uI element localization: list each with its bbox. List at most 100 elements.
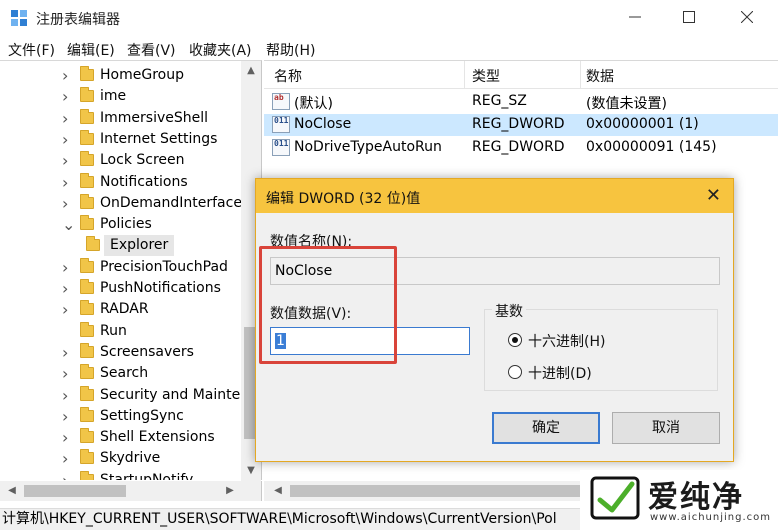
ok-button[interactable]: 确定 — [492, 412, 600, 444]
folder-icon — [80, 300, 94, 316]
folder-icon — [80, 449, 94, 465]
folder-icon — [80, 342, 94, 358]
dialog-title-bar: 编辑 DWORD (32 位)值 ✕ — [256, 179, 733, 213]
registry-tree[interactable]: › HomeGroup › ime › ImmersiveShell › Internet S… — [0, 60, 262, 480]
folder-icon — [80, 428, 94, 444]
scroll-thumb[interactable] — [24, 485, 126, 497]
chevron-right-icon[interactable]: › — [62, 299, 74, 320]
close-window-button[interactable] — [724, 4, 770, 32]
list-item[interactable]: 011 NoDriveTypeAutoRun REG_DWORD 0x00000091… — [264, 137, 778, 159]
tree-item-label: Run — [100, 322, 127, 339]
column-type[interactable]: 类型 — [472, 66, 500, 86]
tree-item-label: Shell Extensions — [100, 429, 215, 446]
tree-horizontal-scrollbar[interactable]: ◀ ▶ — [0, 481, 262, 501]
tree-item-label: Screensavers — [100, 343, 194, 360]
folder-icon — [80, 279, 94, 294]
chevron-right-icon[interactable]: › — [62, 150, 74, 171]
menu-edit[interactable]: 编辑(E) — [67, 40, 115, 60]
cell-type: REG_SZ — [472, 93, 527, 109]
list-item[interactable]: 011 NoClose REG_DWORD 0x00000001 (1) — [264, 114, 778, 136]
tree-item-label: PrecisionTouchPad — [100, 258, 228, 275]
window-title: 注册表编辑器 — [36, 12, 120, 28]
tree-item-label: SettingSync — [100, 407, 184, 424]
scroll-thumb[interactable] — [290, 485, 590, 497]
menu-file[interactable]: 文件(F) — [8, 40, 55, 60]
folder-icon — [80, 364, 94, 380]
watermark-logo-icon — [590, 476, 640, 520]
watermark-url: www.aichunjing.com — [650, 512, 771, 523]
chevron-right-icon[interactable]: › — [62, 470, 74, 480]
chevron-right-icon[interactable]: › — [62, 193, 74, 214]
close-icon[interactable]: ✕ — [706, 185, 721, 206]
radio-hex-label[interactable]: 十六进制(H) — [528, 331, 605, 351]
cell-name: NoClose — [294, 116, 352, 132]
list-item[interactable]: ab (默认) REG_SZ (数值未设置) — [264, 91, 778, 113]
folder-icon — [80, 470, 94, 480]
scroll-right-icon[interactable]: ▶ — [220, 481, 240, 501]
cell-name: (默认) — [294, 96, 333, 112]
chevron-right-icon[interactable]: › — [62, 427, 74, 448]
tree-item-label: ImmersiveShell — [100, 109, 209, 126]
tree-item-label: Notifications — [100, 173, 188, 190]
tree-item-label: Security and Mainte — [100, 386, 241, 403]
column-data[interactable]: 数据 — [586, 66, 614, 86]
chevron-right-icon[interactable]: › — [62, 342, 74, 363]
maximize-button[interactable] — [666, 4, 712, 32]
chevron-right-icon[interactable]: › — [62, 363, 74, 384]
chevron-right-icon[interactable]: › — [62, 108, 74, 129]
menu-bar: 文件(F) 编辑(E) 查看(V) 收藏夹(A) 帮助(H) — [0, 38, 778, 60]
chevron-right-icon[interactable]: › — [62, 86, 74, 107]
folder-icon — [80, 385, 94, 401]
chevron-right-icon[interactable]: › — [62, 385, 74, 406]
scroll-left-icon[interactable]: ◀ — [2, 481, 22, 501]
minimize-icon — [629, 16, 641, 18]
tree-item-label: Internet Settings — [100, 130, 218, 147]
tree-item-label: HomeGroup — [100, 67, 184, 83]
menu-view[interactable]: 查看(V) — [127, 40, 176, 60]
cell-name: NoDriveTypeAutoRun — [294, 139, 442, 155]
tree-item-label: Lock Screen — [100, 152, 185, 169]
tree-item-label: Policies — [100, 216, 152, 233]
binary-value-icon: 011 — [272, 116, 290, 133]
tree-item-label: PushNotifications — [100, 280, 221, 296]
chevron-right-icon[interactable]: › — [62, 278, 74, 299]
folder-icon — [80, 129, 94, 145]
scroll-up-icon[interactable]: ▲ — [241, 61, 261, 81]
minimize-button[interactable] — [612, 4, 658, 32]
cell-type: REG_DWORD — [472, 139, 565, 155]
chevron-down-icon[interactable]: ⌄ — [62, 214, 75, 235]
chevron-right-icon[interactable]: › — [62, 65, 74, 86]
folder-icon — [80, 172, 94, 188]
maximize-icon — [683, 11, 695, 23]
chevron-right-icon[interactable]: › — [62, 257, 74, 278]
folder-icon — [80, 108, 94, 124]
menu-help[interactable]: 帮助(H) — [266, 40, 315, 60]
folder-icon — [86, 236, 100, 252]
chevron-right-icon[interactable]: › — [62, 406, 74, 427]
chevron-right-icon[interactable]: › — [62, 172, 74, 193]
column-name[interactable]: 名称 — [274, 66, 302, 86]
cancel-button[interactable]: 取消 — [612, 412, 720, 444]
scroll-left-icon[interactable]: ◀ — [268, 481, 288, 501]
watermark-text: 爱纯净 — [648, 480, 744, 515]
menu-favorites[interactable]: 收藏夹(A) — [189, 40, 252, 60]
close-icon — [740, 10, 754, 24]
tree-item-label: Skydrive — [100, 450, 161, 467]
scroll-down-icon[interactable]: ▼ — [241, 461, 261, 481]
folder-icon — [80, 193, 94, 209]
radio-dec-label[interactable]: 十进制(D) — [528, 363, 592, 383]
tree-item-label: Search — [100, 365, 149, 382]
chevron-right-icon[interactable]: › — [62, 129, 74, 150]
folder-icon — [80, 151, 94, 167]
tree-item-label: RADAR — [100, 301, 149, 318]
radio-dec[interactable] — [508, 365, 522, 379]
radio-hex[interactable] — [508, 333, 522, 347]
status-bar-path: 计算机\HKEY_CURRENT_USER\SOFTWARE\Microsoft… — [0, 508, 580, 530]
chevron-right-icon[interactable]: › — [62, 448, 74, 469]
tree-item-label: ime — [100, 88, 127, 105]
highlight-box — [259, 246, 397, 364]
list-header: 名称 类型 数据 — [264, 61, 778, 89]
folder-icon — [80, 215, 94, 231]
dialog-title: 编辑 DWORD (32 位)值 — [266, 191, 421, 207]
cell-data: 0x00000001 (1) — [586, 116, 699, 132]
